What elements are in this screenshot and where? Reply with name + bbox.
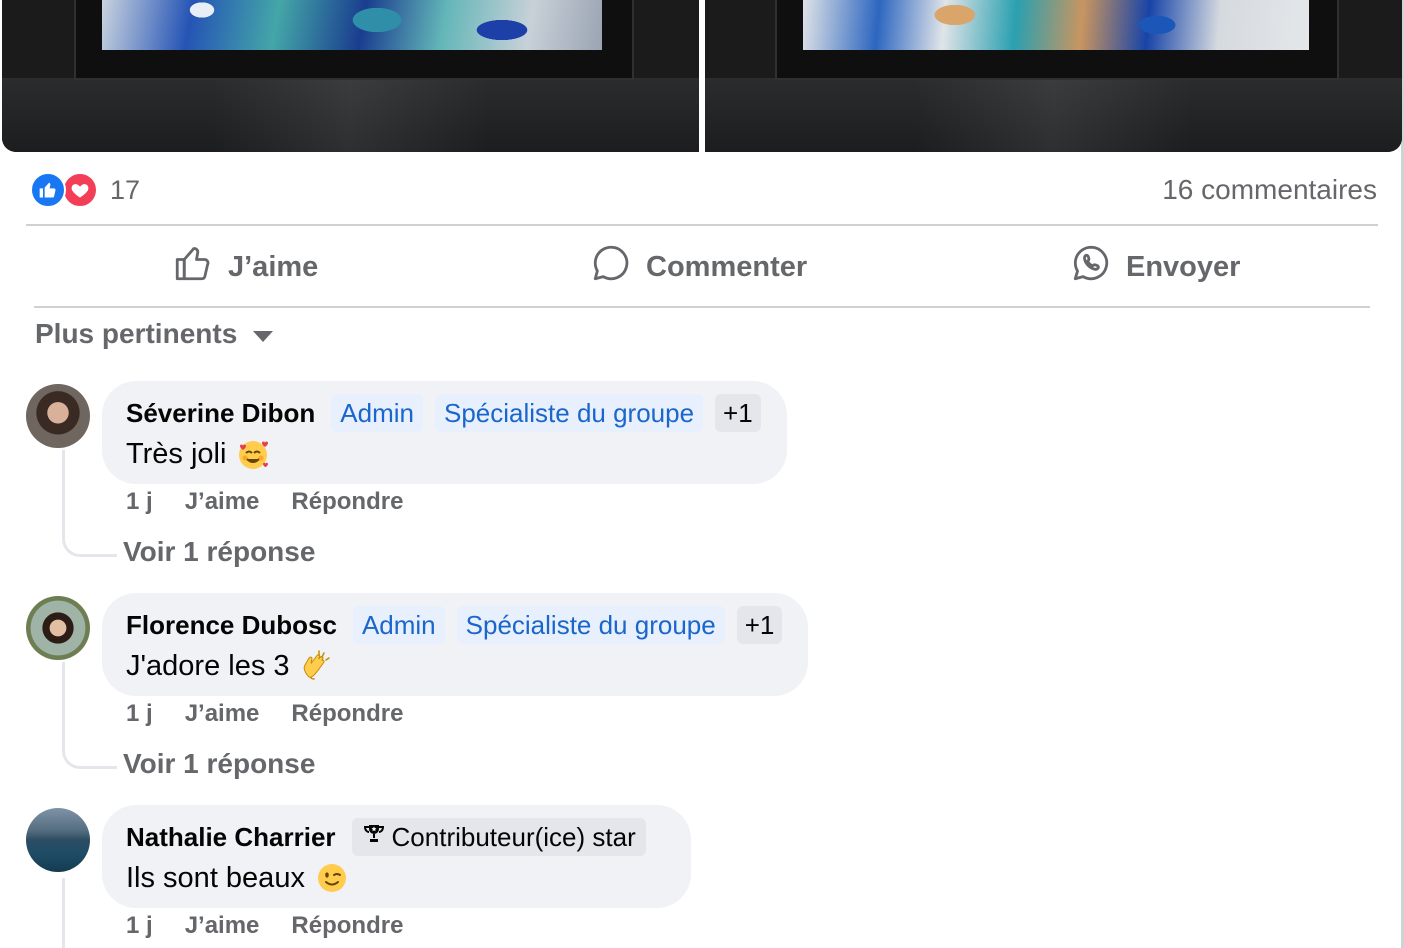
comment-bubble: Séverine Dibon Admin Spécialiste du grou… [102, 381, 787, 484]
comment-bubble: Nathalie Charrier Contributeur(ice) star… [102, 805, 691, 908]
comment-time[interactable]: 1 j [126, 912, 153, 940]
post-image-right[interactable] [705, 0, 1402, 152]
comment-button[interactable]: Commenter [590, 244, 807, 290]
smiling-face-with-hearts-icon [236, 437, 270, 471]
comment-time[interactable]: 1 j [126, 488, 153, 516]
comment-time[interactable]: 1 j [126, 700, 153, 728]
send-button[interactable]: Envoyer [1070, 244, 1240, 290]
top-contributor-badge[interactable]: Contributeur(ice) star [351, 818, 646, 856]
view-replies-link[interactable]: Voir 1 réponse [123, 748, 315, 780]
winking-face-icon [315, 861, 349, 895]
trophy-icon [362, 820, 386, 854]
post-image-left[interactable] [2, 0, 699, 152]
comment-bubble: Florence Dubosc Admin Spécialiste du gro… [102, 593, 808, 696]
thread-line [62, 878, 65, 948]
avatar[interactable] [26, 596, 90, 660]
comment-reply-link[interactable]: Répondre [291, 488, 403, 516]
comments-count-link[interactable]: 16 commentaires [1162, 172, 1377, 208]
comment-meta: 1 j J’aime Répondre [126, 488, 403, 516]
reaction-count: 17 [110, 174, 141, 205]
comment-like-link[interactable]: J’aime [185, 912, 260, 940]
avatar[interactable] [26, 808, 90, 872]
comment-author[interactable]: Florence Dubosc [126, 610, 337, 641]
divider [34, 306, 1370, 308]
like-button-label: J’aime [228, 250, 319, 283]
comment-bubble-icon [590, 242, 632, 292]
more-badges[interactable]: +1 [736, 606, 783, 644]
comment-author[interactable]: Nathalie Charrier [126, 822, 336, 853]
comment-like-link[interactable]: J’aime [185, 700, 260, 728]
like-button[interactable]: J’aime [172, 244, 318, 290]
top-contributor-label: Contributeur(ice) star [391, 822, 636, 852]
more-badges[interactable]: +1 [715, 394, 761, 432]
comment-reply-link[interactable]: Répondre [291, 912, 403, 940]
like-reaction-icon [30, 172, 66, 208]
divider [26, 224, 1378, 226]
clapping-hands-icon [300, 649, 334, 683]
send-button-label: Envoyer [1126, 250, 1241, 283]
comment-meta: 1 j J’aime Répondre [126, 700, 403, 728]
comment-meta: 1 j J’aime Répondre [126, 912, 403, 940]
comment-like-link[interactable]: J’aime [185, 488, 260, 516]
sort-comments-dropdown[interactable]: Plus pertinents [35, 318, 274, 350]
whatsapp-icon [1070, 242, 1112, 292]
love-reaction-icon [62, 172, 98, 208]
thumbs-up-icon [172, 242, 214, 292]
admin-badge[interactable]: Admin [352, 606, 445, 644]
avatar[interactable] [26, 384, 90, 448]
sort-label: Plus pertinents [35, 318, 238, 349]
comment-author[interactable]: Séverine Dibon [126, 398, 315, 429]
comment-button-label: Commenter [646, 250, 808, 283]
group-expert-badge[interactable]: Spécialiste du groupe [456, 606, 725, 644]
group-expert-badge[interactable]: Spécialiste du groupe [434, 394, 704, 432]
comment-text: Ils sont beaux [126, 861, 305, 894]
view-replies-link[interactable]: Voir 1 réponse [123, 536, 315, 568]
comment-text: Très joli [126, 437, 227, 470]
reactions-summary[interactable]: 17 [30, 172, 140, 208]
caret-down-icon [253, 330, 274, 342]
comment-reply-link[interactable]: Répondre [291, 700, 403, 728]
comment-text: J'adore les 3 [126, 649, 290, 682]
admin-badge[interactable]: Admin [331, 394, 423, 432]
